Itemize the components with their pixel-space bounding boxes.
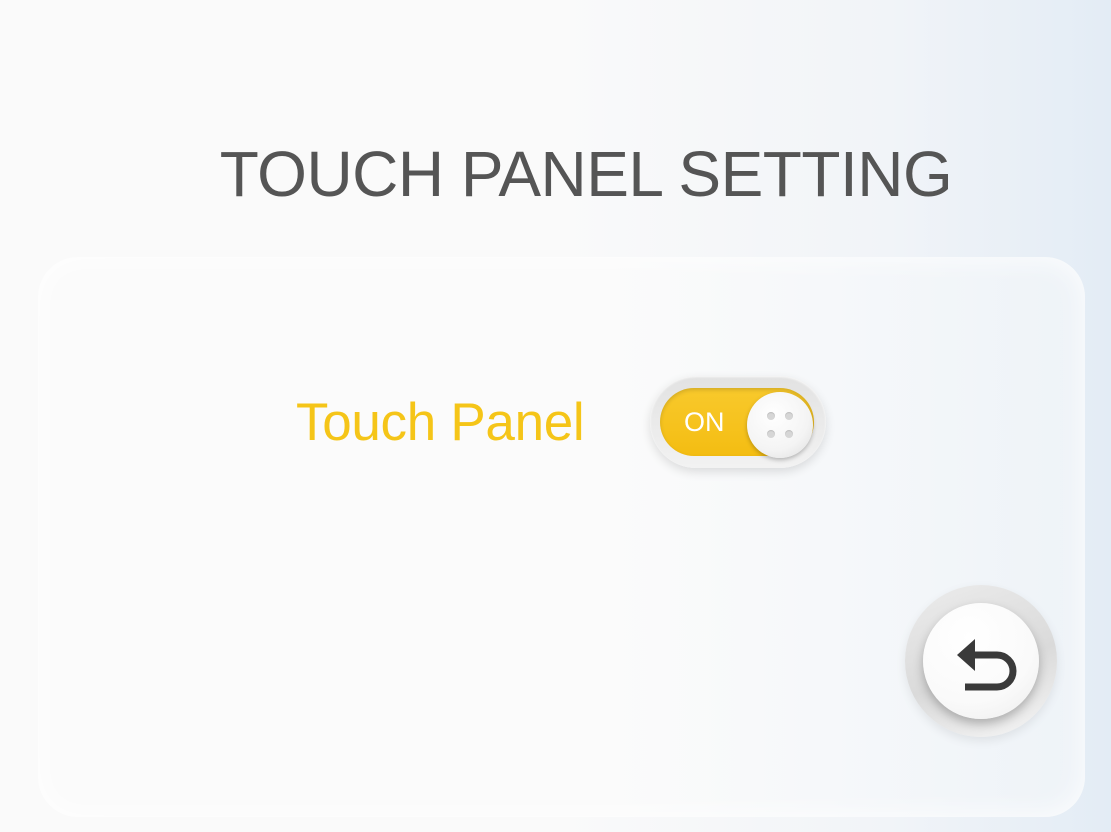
back-button[interactable]	[905, 585, 1057, 737]
touch-panel-toggle[interactable]: ON	[650, 376, 826, 468]
back-arrow-icon	[957, 639, 1017, 691]
touch-panel-label: Touch Panel	[296, 392, 585, 452]
page-title: TOUCH PANEL SETTING	[219, 138, 953, 210]
back-button-face[interactable]	[923, 603, 1039, 719]
knob-grip-dot	[767, 430, 775, 438]
toggle-knob[interactable]	[747, 392, 813, 458]
touch-panel-setting-row: Touch Panel	[296, 377, 585, 467]
touch-panel-setting-screen: TOUCH PANEL SETTING Touch Panel ON	[0, 0, 1111, 832]
toggle-state-text: ON	[684, 407, 725, 437]
settings-panel	[38, 257, 1085, 817]
toggle-track: ON	[660, 388, 814, 458]
knob-grip-dot	[767, 412, 775, 420]
knob-grip-dot	[785, 412, 793, 420]
knob-grip-dot	[785, 430, 793, 438]
